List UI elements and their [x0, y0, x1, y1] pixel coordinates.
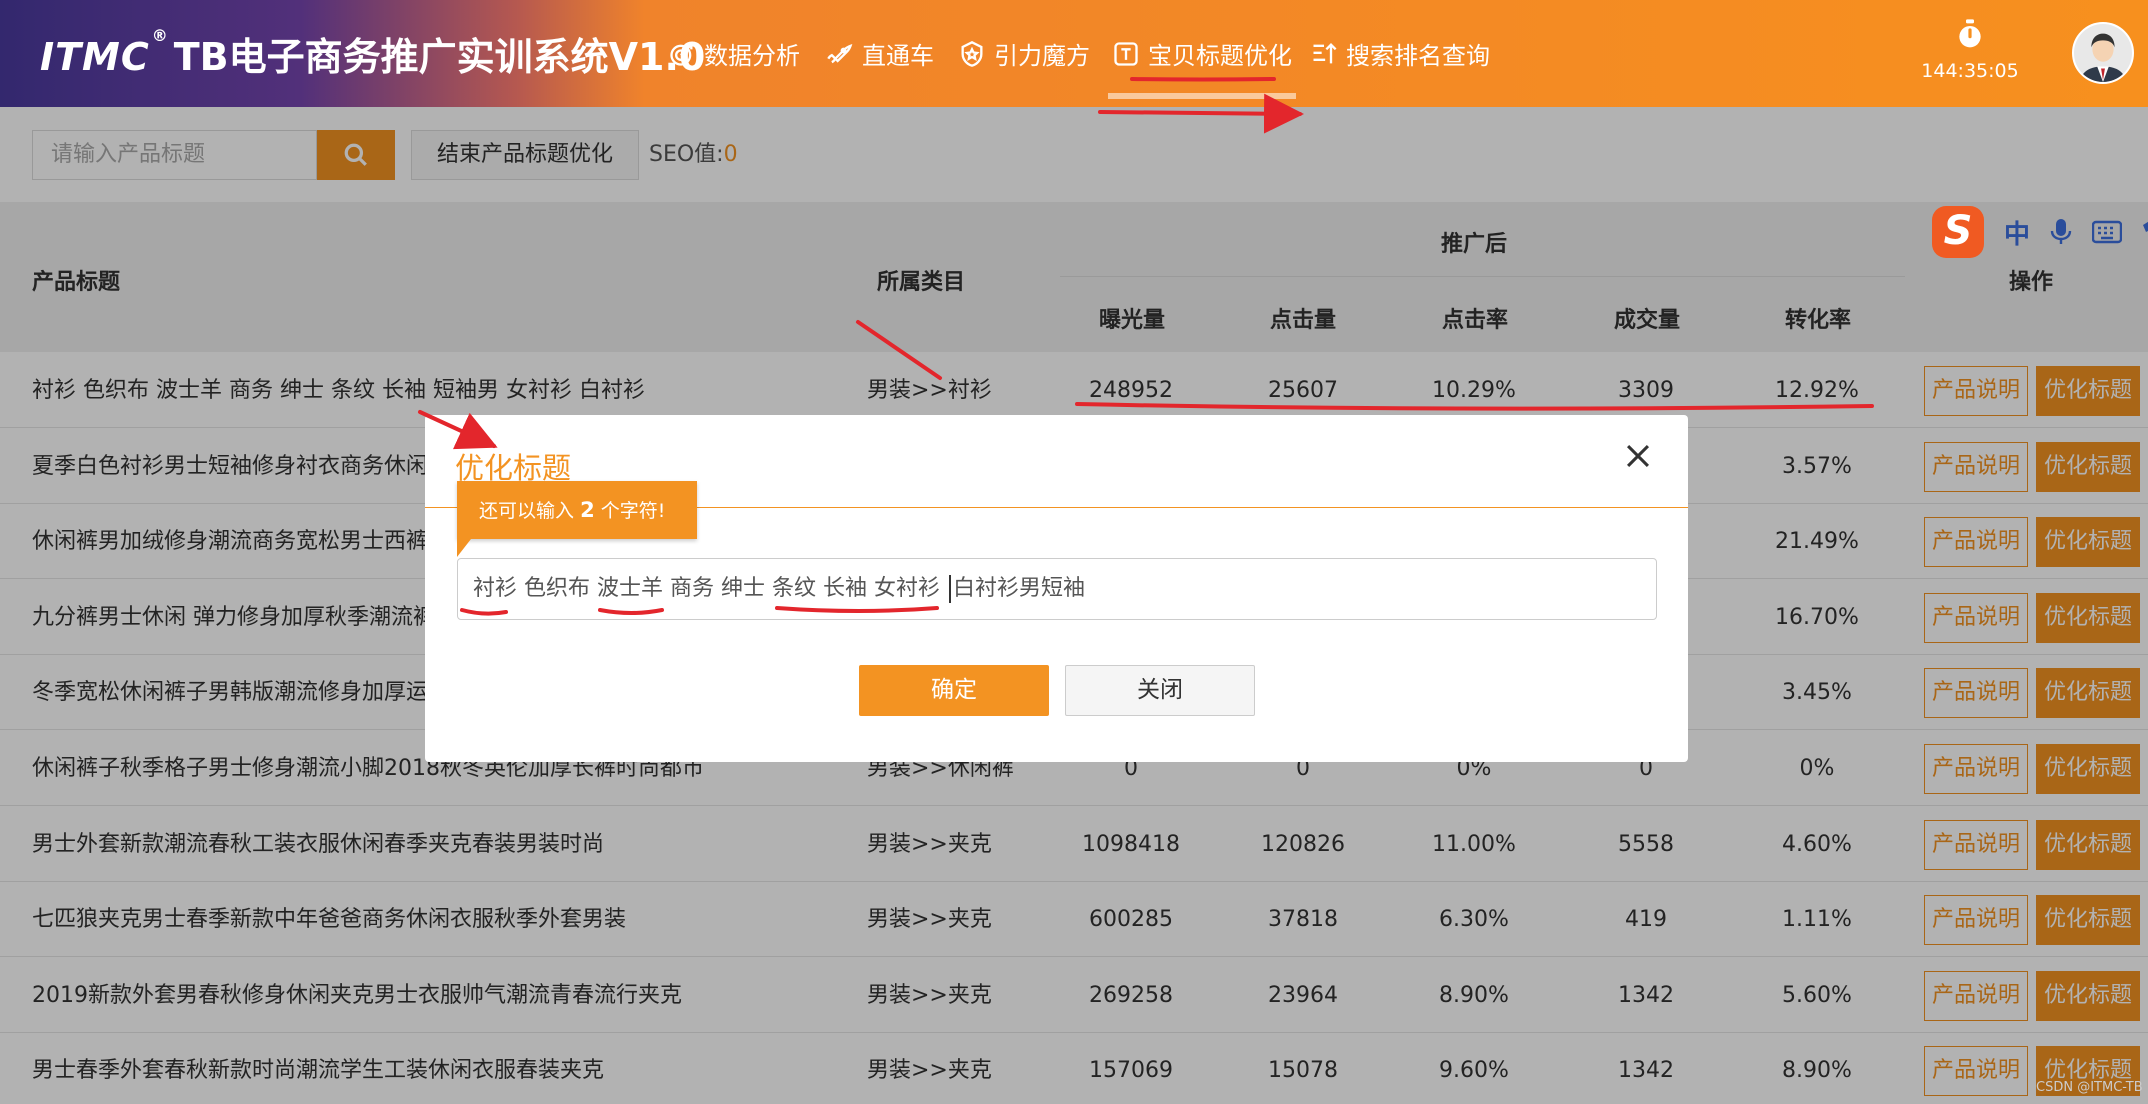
nav-label: 搜索排名查询 — [1346, 42, 1490, 70]
text-caret — [948, 575, 951, 603]
optimize-title-dialog: 优化标题 还可以输入 2 个字符! 衬衫 色织布 波士羊 商务 绅士 条纹 长袖… — [425, 415, 1688, 762]
nav-title-optimization[interactable]: 宝贝标题优化 — [1108, 0, 1296, 107]
microphone-icon[interactable] — [2050, 218, 2072, 246]
nav-gravity-cube[interactable]: 引力魔方 — [958, 0, 1090, 107]
app: ITMC ® TB电子商务推广实训系统V1.0 数据分析 直通车 引力魔方 宝贝标题… — [0, 0, 2148, 1104]
nav-label: 数据分析 — [704, 42, 800, 70]
nav-search-ranking[interactable]: 搜索排名查询 — [1310, 0, 1490, 107]
target-icon — [670, 43, 693, 66]
sogou-logo-icon: S — [1932, 206, 1984, 258]
app-title: TB电子商务推广实训系统V1.0 — [173, 35, 706, 79]
registered-mark: ® — [151, 26, 168, 45]
app-logo: ITMC ® TB电子商务推广实训系统V1.0 — [40, 26, 705, 81]
input-text-after-caret: 白衬衫男短袖 — [952, 576, 1085, 601]
nav-data-analysis[interactable]: 数据分析 — [668, 0, 800, 107]
top-header: ITMC ® TB电子商务推广实训系统V1.0 数据分析 直通车 引力魔方 宝贝标题… — [0, 0, 2148, 107]
close-icon[interactable] — [1621, 439, 1655, 473]
shield-star-icon — [961, 40, 983, 67]
input-text-before-caret: 衬衫 色织布 波士羊 商务 绅士 条纹 长袖 女衬衫 — [473, 576, 947, 601]
sort-up-icon — [1313, 42, 1337, 63]
avatar-icon — [2074, 24, 2132, 82]
text-box-icon — [1114, 41, 1138, 66]
keyboard-icon[interactable] — [2092, 220, 2123, 244]
confirm-button[interactable]: 确定 — [859, 665, 1049, 716]
rocket-icon — [827, 43, 853, 63]
char-limit-tooltip: 还可以输入 2 个字符! — [457, 481, 697, 557]
countdown-timer: 144:35:05 — [1920, 18, 2020, 82]
nav-label: 引力魔方 — [994, 42, 1090, 70]
tip-count: 2 — [580, 498, 595, 522]
tip-suffix: 个字符! — [600, 500, 666, 522]
tip-prefix: 还可以输入 — [479, 500, 575, 522]
brand-name: ITMC — [40, 35, 150, 79]
nav-label: 宝贝标题优化 — [1148, 42, 1292, 70]
timer-value: 144:35:05 — [1921, 60, 2019, 82]
nav-label: 直通车 — [862, 42, 934, 70]
ime-toolbar[interactable]: S 中 — [1932, 206, 2148, 258]
watermark: CSDN @ITMC-TB — [2036, 1080, 2143, 1095]
user-avatar[interactable] — [2072, 22, 2134, 84]
nav-through-train[interactable]: 直通车 — [826, 0, 934, 107]
stopwatch-icon — [1959, 19, 1981, 48]
title-input[interactable]: 衬衫 色织布 波士羊 商务 绅士 条纹 长袖 女衬衫 白衬衫男短袖 — [457, 558, 1657, 620]
ime-lang-toggle[interactable]: 中 — [2004, 214, 2030, 251]
skin-shirt-icon[interactable] — [2142, 219, 2148, 245]
close-button[interactable]: 关闭 — [1065, 665, 1255, 716]
